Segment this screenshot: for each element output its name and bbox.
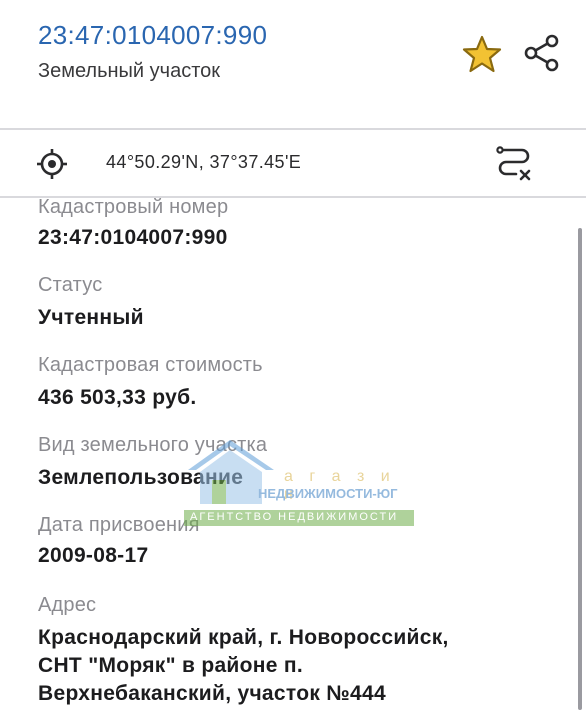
field-label-land-type: Вид земельного участка xyxy=(38,434,268,456)
field-label-cadastral-value: Кадастровая стоимость xyxy=(38,354,263,376)
crosshair-icon xyxy=(37,149,67,179)
field-value-address-line: Верхнебаканский, участок №444 xyxy=(38,682,386,705)
scrollbar[interactable] xyxy=(578,228,582,710)
field-value-cadastral-value: 436 503,33 руб. xyxy=(38,386,197,409)
route-icon xyxy=(496,146,531,181)
field-label-status: Статус xyxy=(38,274,103,296)
route-button[interactable] xyxy=(494,144,534,184)
field-value-address-line: СНТ "Моряк" в районе п. xyxy=(38,654,303,677)
share-button[interactable] xyxy=(521,32,563,74)
details-list: Кадастровый номер 23:47:0104007:990 Стат… xyxy=(0,198,586,710)
field-value-assignment-date: 2009-08-17 xyxy=(38,544,149,567)
cadastral-number-title[interactable]: 23:47:0104007:990 xyxy=(38,20,267,51)
field-value-land-type: Землепользование xyxy=(38,466,244,489)
locate-button[interactable] xyxy=(36,148,68,180)
coordinates-text[interactable]: 44°50.29'N, 37°37.45'E xyxy=(106,152,301,173)
field-value-address-line: Краснодарский край, г. Новороссийск, xyxy=(38,626,449,649)
field-value-status: Учтенный xyxy=(38,306,144,329)
coordinates-bar: 44°50.29'N, 37°37.45'E xyxy=(0,130,586,196)
object-type-label: Земельный участок xyxy=(38,60,221,82)
object-header: 23:47:0104007:990 Земельный участок xyxy=(0,0,586,128)
field-label-address: Адрес xyxy=(38,594,97,616)
star-icon xyxy=(462,35,502,73)
share-icon xyxy=(524,34,559,72)
field-label-assignment-date: Дата присвоения xyxy=(38,514,200,536)
field-value-cadastral-number: 23:47:0104007:990 xyxy=(38,226,228,249)
field-label-cadastral-number: Кадастровый номер xyxy=(38,198,229,218)
favorite-button[interactable] xyxy=(462,34,502,74)
